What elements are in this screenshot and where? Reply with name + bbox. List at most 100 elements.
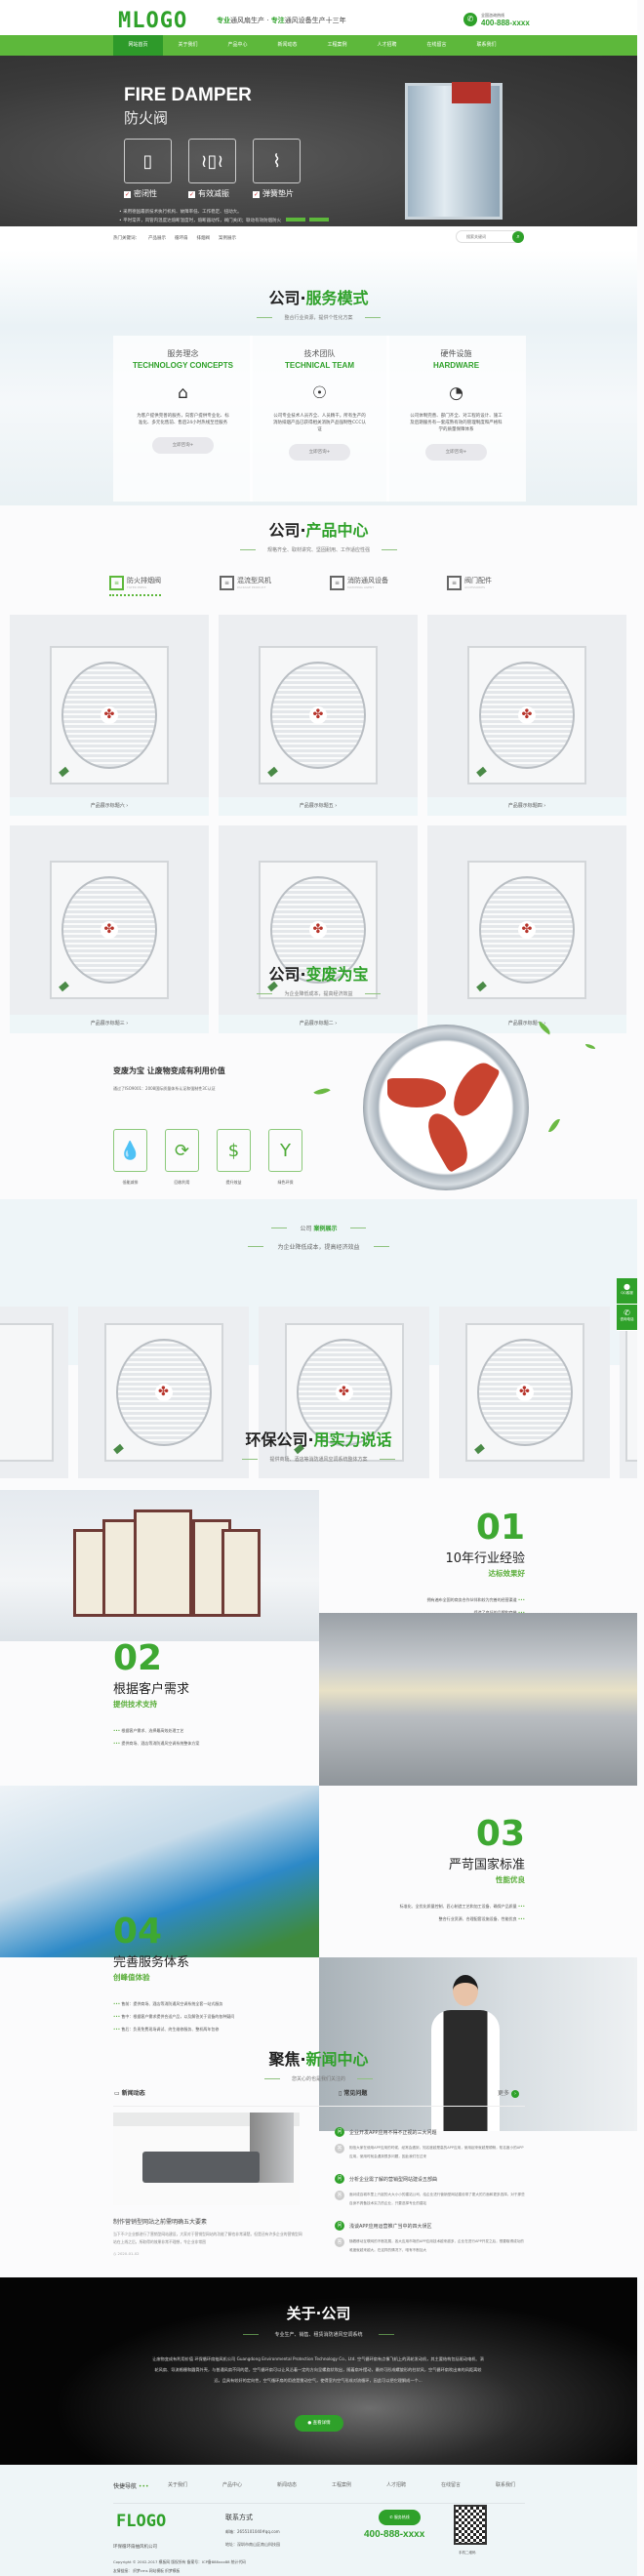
- list-icon: ≡: [109, 576, 124, 590]
- answer-icon: 答: [335, 2191, 344, 2200]
- recycle-icon: ⟳: [165, 1129, 199, 1172]
- phone-consult-button[interactable]: ✆ 咨询电话: [617, 1305, 637, 1331]
- product-tab[interactable]: ≡ 防火排烟阀 FILTER PRESS: [109, 576, 161, 596]
- step-title: 10年行业经验: [445, 1551, 525, 1566]
- product-card[interactable]: ✤ 产品展示标题五 ›: [219, 615, 418, 816]
- strength-item-01: 0110年行业经验达标效果好拥有遍布全国的商务合作伙伴和较为完善的经营渠道缔造了…: [342, 1510, 525, 1616]
- feature-sealing: ▯ ✓ 密闭性: [124, 139, 173, 199]
- card-text: 为客户提供完善的服务，向客户提供专业化、标准化、多元化售前、售后24小时热线至佳…: [137, 414, 229, 425]
- nav-item[interactable]: 联系我们: [462, 35, 511, 56]
- answer-icon: 答: [335, 2237, 344, 2247]
- card-text: 公司专业技术人员齐全、人员精干。所有生产的消防排烟产品已获得相关消防产品强制性C…: [273, 414, 366, 432]
- product-card[interactable]: ✤ 产品展示标题四 ›: [427, 615, 626, 816]
- product-card[interactable]: ✤ 产品展示标题六 ›: [10, 615, 209, 816]
- consult-button[interactable]: 立即咨询+: [289, 444, 350, 461]
- sprout-icon: Y: [268, 1129, 302, 1172]
- article-title[interactable]: 制作营销型网站之前需明确五大要素: [113, 2217, 303, 2226]
- product-title[interactable]: 产品展示标题六 ›: [10, 797, 209, 816]
- leaf-decoration: [585, 1044, 595, 1049]
- hotline-button[interactable]: ✆ 服务热线: [379, 2510, 421, 2525]
- service-card: 服务理念 TECHNOLOGY CONCEPTS ⌂ 为客户提供完善的服务，向客户提供…: [113, 336, 253, 502]
- step-subtitle: 性能优良: [496, 1875, 525, 1884]
- faq-item[interactable]: 问分析企业需了解的营销型网站建设五部曲答面对成百城市里上兴起的大大小小的建站公司…: [335, 2174, 525, 2208]
- product-tab[interactable]: ≡ 混流型风机 PACKAGE PRODUCT: [220, 576, 271, 596]
- search-input[interactable]: [466, 234, 515, 239]
- door-icon: ▯: [124, 139, 172, 183]
- search-button[interactable]: ⌕: [512, 231, 524, 243]
- coins-icon: $: [217, 1129, 251, 1172]
- product-card[interactable]: ✤ 产品展示标题三 ›: [10, 825, 209, 1033]
- product-title[interactable]: 产品展示标题五 ›: [219, 797, 418, 816]
- nav-item[interactable]: 工程案例: [312, 35, 362, 56]
- product-tab[interactable]: ≡ 阀门配件 ACCESSORIES: [447, 576, 492, 596]
- step-title: 根据客户需求: [113, 1682, 190, 1697]
- footer-nav-link[interactable]: 工程案例: [332, 2481, 386, 2490]
- step-bullet: 标准化、全优化质量控制、匠心制造工艺和加工设备、确保产品质量: [332, 1904, 525, 1910]
- keyword-link[interactable]: 案例展示: [219, 235, 236, 241]
- shop-sale-icon: ⌂: [178, 383, 188, 403]
- friend-links[interactable]: 友情链接： 织梦cms 网站模板 织梦模板: [113, 2568, 180, 2574]
- main-nav: 网站首页 关于我们 产品中心 新闻动态 工程案例 人才招聘 在线留言 联系我们: [0, 35, 637, 56]
- faq-item[interactable]: 问浅谈APP应用运营推广当中的四大误区答随着移动互联网的不断发展，各大应用市场的…: [335, 2221, 525, 2255]
- fan-image: ✤: [467, 646, 586, 785]
- faq-question[interactable]: 分析企业需了解的营销型网站建设五部曲: [349, 2176, 437, 2183]
- strength-item-02: 02 根据客户需求提供技术支持根据客户需求、选择最高效处理工艺提供商场、酒店等消防…: [113, 1641, 308, 1747]
- tab-news[interactable]: ▭ 新闻动态: [114, 2088, 145, 2097]
- footer-nav-link[interactable]: 产品中心: [222, 2481, 277, 2490]
- product-card[interactable]: ✤ 产品展示标题一 ›: [427, 825, 626, 1033]
- news-image[interactable]: [113, 2113, 300, 2205]
- nav-item[interactable]: 产品中心: [213, 35, 262, 56]
- nav-item[interactable]: 人才招聘: [362, 35, 412, 56]
- faq-question[interactable]: 浅谈APP应用运营推广当中的四大误区: [349, 2223, 431, 2230]
- more-link[interactable]: 更多 ›: [498, 2088, 519, 2098]
- consult-button[interactable]: 立即咨询+: [425, 444, 487, 461]
- step-bullet: 根据客户需求、选择最高效处理工艺: [113, 1728, 308, 1734]
- view-details-button[interactable]: ● 查看详情: [295, 2415, 343, 2432]
- slider-dots[interactable]: [286, 218, 329, 221]
- section-title: 公司·产品中心: [268, 521, 369, 540]
- product-title[interactable]: 产品展示标题二 ›: [219, 1015, 418, 1033]
- nav-item[interactable]: 关于我们: [163, 35, 213, 56]
- benefit-item: 💧 低能减排: [113, 1129, 147, 1186]
- nav-item[interactable]: 在线留言: [412, 35, 462, 56]
- nav-item[interactable]: 新闻动态: [262, 35, 312, 56]
- nav-item[interactable]: 网站首页: [113, 35, 163, 56]
- step-number: 03: [475, 1814, 525, 1854]
- card-title: 服务理念: [167, 349, 199, 358]
- faq-question[interactable]: 企业开发APP应用不得不正视的三大问题: [349, 2129, 436, 2136]
- floating-contact: ● QQ客服 ✆ 咨询电话: [617, 1278, 637, 1331]
- footer: 快捷导航关于我们产品中心新闻动态工程案例人才招聘在线留言联系我们 FLOGO 环…: [0, 2465, 637, 2576]
- footer-nav-link[interactable]: 关于我们: [168, 2481, 222, 2490]
- slide-dot[interactable]: [286, 218, 305, 221]
- product-card[interactable]: ✤ 产品展示标题二 ›: [219, 825, 418, 1033]
- banner-subtitle: 防火阀: [124, 109, 169, 127]
- keyword-link[interactable]: 排烟阀: [197, 235, 211, 241]
- product-title[interactable]: 产品展示标题三 ›: [10, 1015, 209, 1033]
- footer-logo[interactable]: FLOGO: [116, 2512, 166, 2531]
- product-title[interactable]: 产品展示标题四 ›: [427, 797, 626, 816]
- faq-item[interactable]: 问企业开发APP应用不得不正视的三大问题答相信大家在使用APP应用的时候，经常会…: [335, 2127, 525, 2161]
- water-drop-icon: 💧: [113, 1129, 147, 1172]
- divider: [113, 2106, 525, 2107]
- footer-nav-link[interactable]: 在线留言: [441, 2481, 496, 2490]
- consult-button[interactable]: 立即咨询+: [152, 437, 214, 454]
- footer-nav-link[interactable]: 新闻动态: [277, 2481, 332, 2490]
- keyword-link[interactable]: 产品展示: [148, 235, 166, 241]
- tab-faq[interactable]: ▯ 常见问题: [339, 2088, 367, 2097]
- step-bullet: 拥有遍布全国的商务合作伙伴和较为完善的经营渠道: [342, 1597, 525, 1603]
- strength-item-04: 04 完善服务体系创峰值体验售前：提供商场、酒店等消防通风空调系统全套一站式服务售…: [113, 1914, 313, 2033]
- news-article[interactable]: 制作营销型网站之前需明确五大要素 当下不少企业都进行了营销型网站建设，大家对于营…: [113, 2217, 303, 2256]
- waste-heading-text: 变废为宝 让废物变成有利用价值: [113, 1067, 225, 1075]
- qq-service-button[interactable]: ● QQ客服: [617, 1278, 637, 1305]
- news-heading: 聚焦·新闻中心 您关心的也是我们关注的: [0, 2046, 637, 2082]
- strength-heading: 环保公司·用实力说话 提供商场、酒店等消防通风空调系统整体方案: [0, 1427, 637, 1463]
- banner-title: FIRE DAMPER: [124, 85, 252, 105]
- product-tab[interactable]: ≡ 消防通风设备 MATCHING AGENT: [330, 576, 388, 596]
- keyword-link[interactable]: 循环扇: [175, 235, 188, 241]
- site-logo[interactable]: MLOGO: [118, 9, 187, 33]
- slide-dot[interactable]: [309, 218, 329, 221]
- footer-nav-link[interactable]: 人才招聘: [386, 2481, 441, 2490]
- qr-code: [454, 2505, 487, 2545]
- footer-nav-link[interactable]: 联系我们: [496, 2481, 550, 2490]
- article-date: 2020-01-02: [117, 2251, 140, 2256]
